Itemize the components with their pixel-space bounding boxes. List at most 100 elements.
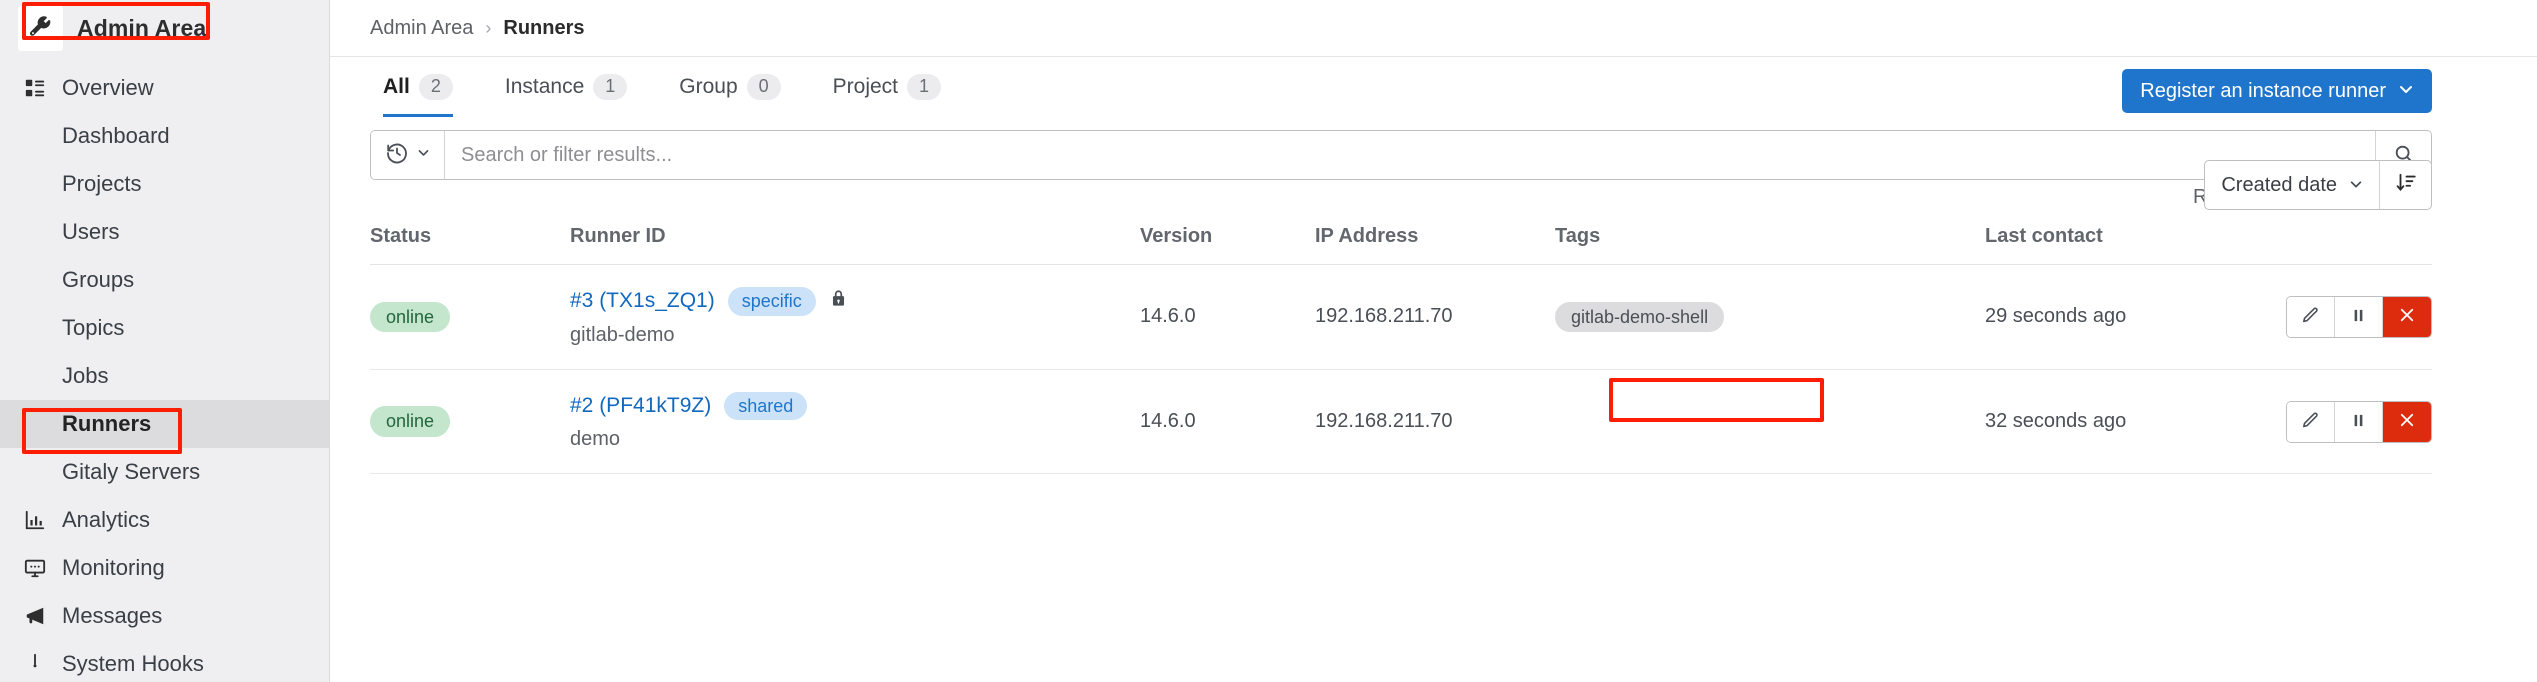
cell-last-contact: 32 seconds ago xyxy=(1985,369,2270,474)
status-badge: online xyxy=(370,406,450,437)
cell-tags xyxy=(1555,369,1985,474)
sidebar-item-label: Topics xyxy=(62,315,124,341)
sidebar-item-runners[interactable]: Runners xyxy=(0,400,329,448)
tab-label: Project xyxy=(833,75,898,99)
status-badge: online xyxy=(370,302,450,333)
sidebar-item-jobs[interactable]: Jobs xyxy=(0,352,329,400)
sort-group: Created date xyxy=(2204,160,2432,210)
cell-version: 14.6.0 xyxy=(1140,265,1315,370)
cell-ip-address: 192.168.211.70 xyxy=(1315,265,1555,370)
register-instance-runner-button[interactable]: Register an instance runner xyxy=(2122,69,2432,113)
sort-field-dropdown[interactable]: Created date xyxy=(2205,161,2379,209)
runner-id-link[interactable]: #3 (TX1s_ZQ1) xyxy=(570,289,715,313)
tag-pill: gitlab-demo-shell xyxy=(1555,302,1724,333)
sidebar-item-system-hooks[interactable]: System Hooks xyxy=(0,640,329,682)
runner-description: gitlab-demo xyxy=(570,324,1140,347)
tab-group[interactable]: Group 0 xyxy=(653,57,806,117)
column-header-version: Version xyxy=(1140,225,1315,265)
sidebar-item-label: System Hooks xyxy=(62,651,204,677)
breadcrumb: Admin Area › Runners xyxy=(330,0,2537,56)
runner-type-badge: specific xyxy=(728,287,816,316)
sidebar-item-groups[interactable]: Groups xyxy=(0,256,329,304)
sidebar-item-label: Users xyxy=(62,219,119,245)
tab-count-badge: 1 xyxy=(593,74,627,100)
sidebar-item-label: Gitaly Servers xyxy=(62,459,200,485)
sidebar-item-monitoring[interactable]: Monitoring xyxy=(0,544,329,592)
tab-count-badge: 1 xyxy=(907,74,941,100)
pause-runner-button[interactable] xyxy=(2335,402,2383,442)
sort-descending-icon xyxy=(2395,172,2417,199)
column-header-tags: Tags xyxy=(1555,225,1985,265)
cell-tags: gitlab-demo-shell xyxy=(1555,265,1985,370)
main-content: Admin Area › Runners All 2 Instance 1 Gr… xyxy=(330,0,2537,682)
search-input[interactable] xyxy=(445,131,2375,179)
delete-runner-button[interactable] xyxy=(2383,297,2431,337)
chevron-down-icon xyxy=(417,146,430,164)
cell-status: online xyxy=(370,265,570,370)
runners-table: Status Runner ID Version IP Address Tags… xyxy=(370,225,2432,474)
tab-all[interactable]: All 2 xyxy=(370,57,479,117)
runner-id-link[interactable]: #2 (PF41kT9Z) xyxy=(570,394,711,418)
sidebar-item-gitaly-servers[interactable]: Gitaly Servers xyxy=(0,448,329,496)
tab-count-badge: 0 xyxy=(747,74,781,100)
runner-scope-tabs: All 2 Instance 1 Group 0 Project 1 xyxy=(370,57,967,117)
column-header-last-contact: Last contact xyxy=(1985,225,2270,265)
sidebar-item-users[interactable]: Users xyxy=(0,208,329,256)
sort-direction-button[interactable] xyxy=(2379,161,2431,209)
sidebar-nav: Overview Dashboard Projects Users Groups… xyxy=(0,56,329,682)
pause-icon xyxy=(2350,412,2367,432)
runner-id-line: #2 (PF41kT9Z) shared xyxy=(570,392,1140,421)
breadcrumb-parent[interactable]: Admin Area xyxy=(370,17,473,40)
sidebar-item-label: Jobs xyxy=(62,363,108,389)
edit-runner-button[interactable] xyxy=(2287,402,2335,442)
sidebar-item-analytics[interactable]: Analytics xyxy=(0,496,329,544)
wrench-icon xyxy=(18,6,63,51)
table-row: online #3 (TX1s_ZQ1) specific xyxy=(370,265,2432,370)
sidebar-item-projects[interactable]: Projects xyxy=(0,160,329,208)
admin-runners-page: Admin Area Overview Dashboard Projects xyxy=(0,0,2537,682)
runner-action-group xyxy=(2286,401,2432,443)
cell-runner-id: #2 (PF41kT9Z) shared demo xyxy=(570,369,1140,474)
sidebar-item-label: Analytics xyxy=(62,507,150,533)
column-header-runner-id: Runner ID xyxy=(570,225,1140,265)
chart-icon xyxy=(22,507,48,533)
table-head: Status Runner ID Version IP Address Tags… xyxy=(370,225,2432,265)
chevron-down-icon xyxy=(2349,174,2363,197)
cell-ip-address: 192.168.211.70 xyxy=(1315,369,1555,474)
sidebar-item-dashboard[interactable]: Dashboard xyxy=(0,112,329,160)
sidebar-brand-label: Admin Area xyxy=(77,15,206,42)
cell-last-contact: 29 seconds ago xyxy=(1985,265,2270,370)
sidebar-item-label: Runners xyxy=(62,411,151,437)
sidebar-item-overview[interactable]: Overview xyxy=(0,64,329,112)
delete-icon xyxy=(2398,306,2416,327)
tab-project[interactable]: Project 1 xyxy=(807,57,967,117)
sidebar-item-label: Monitoring xyxy=(62,555,165,581)
monitor-icon xyxy=(22,555,48,581)
overview-grid-icon xyxy=(22,75,48,101)
tab-instance[interactable]: Instance 1 xyxy=(479,57,653,117)
sidebar-item-label: Overview xyxy=(62,75,154,101)
sidebar-item-label: Projects xyxy=(62,171,141,197)
sort-controls: Created date xyxy=(2192,160,2432,210)
cell-actions xyxy=(2270,369,2432,474)
edit-icon xyxy=(2301,306,2320,328)
sidebar-item-topics[interactable]: Topics xyxy=(0,304,329,352)
lock-icon xyxy=(829,289,848,314)
filter-history-button[interactable] xyxy=(371,131,445,179)
row-actions xyxy=(2270,296,2432,338)
sidebar-brand[interactable]: Admin Area xyxy=(0,0,329,56)
sidebar-item-messages[interactable]: Messages xyxy=(0,592,329,640)
pause-runner-button[interactable] xyxy=(2335,297,2383,337)
table-body: online #3 (TX1s_ZQ1) specific xyxy=(370,265,2432,474)
delete-runner-button[interactable] xyxy=(2383,402,2431,442)
cell-version: 14.6.0 xyxy=(1140,369,1315,474)
runners-table-wrap: Status Runner ID Version IP Address Tags… xyxy=(330,225,2537,474)
tabs-row: All 2 Instance 1 Group 0 Project 1 Regis… xyxy=(330,56,2537,116)
hook-icon xyxy=(22,651,48,677)
edit-runner-button[interactable] xyxy=(2287,297,2335,337)
register-button-label: Register an instance runner xyxy=(2140,80,2386,103)
search-filter-bar xyxy=(370,130,2432,180)
megaphone-icon xyxy=(22,603,48,629)
chevron-down-icon xyxy=(2398,80,2414,103)
sidebar-item-label: Messages xyxy=(62,603,162,629)
